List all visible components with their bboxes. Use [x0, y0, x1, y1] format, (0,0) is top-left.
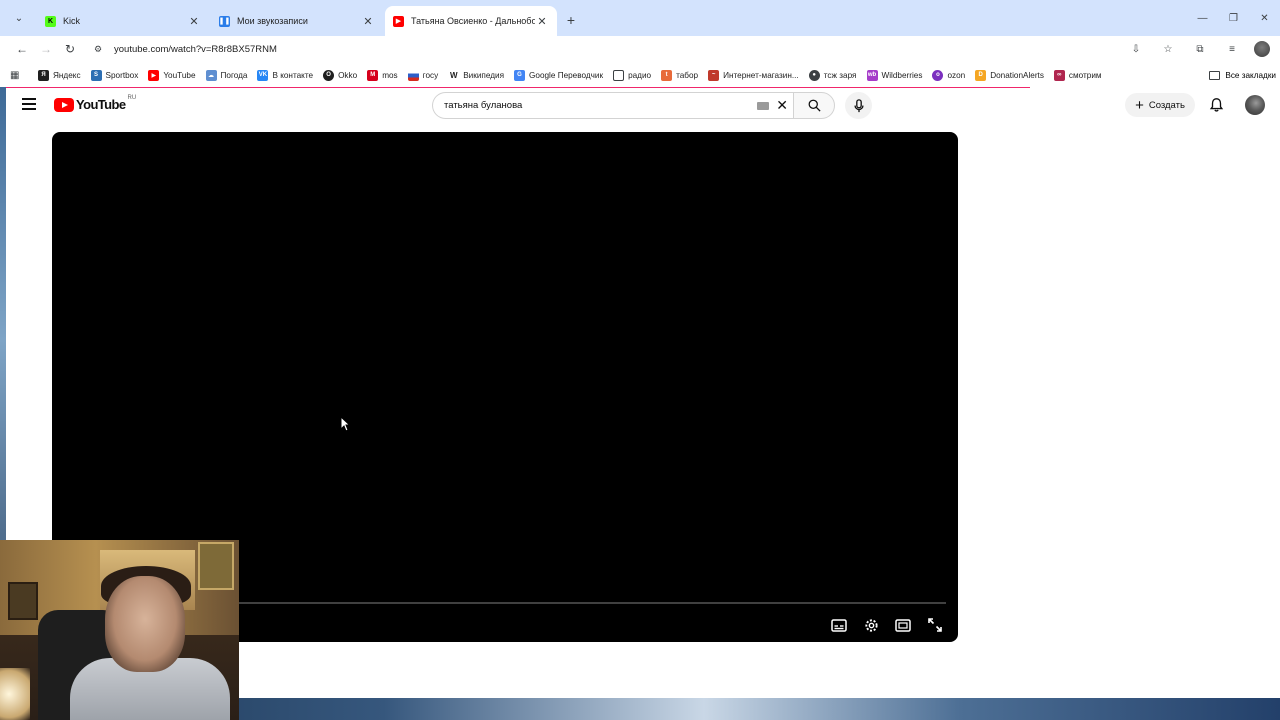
subtitles-icon[interactable] — [830, 616, 848, 634]
webcam-overlay — [0, 540, 239, 720]
wikipedia-icon: W — [448, 69, 460, 81]
close-tab-icon[interactable]: ✕ — [535, 15, 549, 28]
apps-grid-icon[interactable]: ▦ — [10, 70, 26, 81]
plus-icon: + — [1135, 96, 1144, 114]
back-button[interactable]: ← — [10, 37, 34, 61]
notifications-bell-icon[interactable] — [1207, 96, 1225, 114]
audio-favicon-icon: ❚❚ — [219, 15, 230, 27]
tab-youtube-video[interactable]: ▶ Татьяна Овсиенко - Дальнобой ✕ — [385, 6, 557, 36]
kick-favicon-icon: K — [45, 15, 56, 27]
minimize-icon[interactable]: — — [1187, 0, 1218, 36]
create-button[interactable]: + Создать — [1125, 93, 1195, 117]
ozon-icon: o — [932, 69, 944, 81]
tab-strip: ⌄ K Kick ✕ ❚❚ Мои звукозаписи ✕ ▶ Татьян… — [0, 0, 1280, 36]
bookmark-google-translate[interactable]: G Google Переводчик — [514, 69, 603, 81]
tab-kick[interactable]: K Kick ✕ — [37, 6, 209, 36]
tab-title: Татьяна Овсиенко - Дальнобой — [411, 16, 535, 26]
browser-toolbar: ← → ↻ ⚙ youtube.com/watch?v=R8r8BX57RNM … — [0, 36, 1280, 62]
google-translate-icon: G — [514, 69, 526, 81]
youtube-header: YouTube RU татьяна буланова ✕ + Создать — [0, 88, 1280, 124]
bookmark-tabor[interactable]: t табор — [661, 69, 698, 81]
bookmark-radio[interactable]: радио — [613, 69, 651, 81]
fullscreen-icon[interactable] — [926, 616, 944, 634]
bookmark-star-icon[interactable]: ☆ — [1152, 37, 1184, 61]
menu-icon[interactable] — [22, 98, 36, 110]
bookmark-mos[interactable]: Mmos — [367, 69, 398, 81]
shop-icon: ~ — [708, 69, 720, 81]
bookmark-okko[interactable]: O Okko — [323, 69, 357, 81]
bookmark-youtube[interactable]: ▶ YouTube — [148, 69, 196, 81]
youtube-favicon-icon: ▶ — [393, 15, 404, 27]
yandex-icon: Я — [38, 69, 49, 81]
sportbox-icon: S — [90, 69, 102, 81]
tab-search-icon[interactable]: ⌄ — [9, 8, 29, 28]
youtube-icon: ▶ — [148, 69, 160, 81]
folder-icon — [613, 69, 625, 81]
settings-gear-icon[interactable] — [862, 616, 880, 634]
folder-icon — [1209, 70, 1221, 80]
voice-search-button[interactable] — [845, 92, 872, 119]
new-tab-button[interactable]: + — [559, 8, 583, 32]
restore-icon[interactable]: ❐ — [1218, 0, 1249, 36]
theater-mode-icon[interactable] — [894, 616, 912, 634]
bookmark-donationalerts[interactable]: D DonationAlerts — [975, 69, 1044, 81]
address-bar[interactable]: ⚙ youtube.com/watch?v=R8r8BX57RNM — [88, 37, 1112, 61]
okko-icon: O — [323, 69, 335, 81]
bookmark-tszh[interactable]: ● тсж заря — [808, 69, 857, 81]
microphone-icon — [853, 98, 864, 112]
bookmark-shop[interactable]: ~ Интернет-магазин... — [708, 69, 799, 81]
progress-bar[interactable] — [238, 602, 946, 604]
window-controls: — ❐ ✕ — [1187, 0, 1280, 36]
bookmark-gosu[interactable]: госу — [407, 69, 438, 81]
url-text: youtube.com/watch?v=R8r8BX57RNM — [114, 43, 277, 55]
site-info-icon[interactable]: ⚙ — [94, 44, 108, 55]
search-icon — [808, 99, 821, 112]
reload-button[interactable]: ↻ — [58, 37, 82, 61]
bookmark-vk[interactable]: VK В контакте — [257, 69, 313, 81]
close-tab-icon[interactable]: ✕ — [361, 15, 375, 28]
forward-button[interactable]: → — [34, 37, 58, 61]
tab-title: Мои звукозаписи — [237, 16, 308, 26]
mos-icon: M — [367, 69, 379, 81]
bookmarks-bar: ▦ Я Яндекс S Sportbox ▶ YouTube ☁ Погода VK В… — [0, 62, 1280, 88]
tab-title: Kick — [63, 16, 81, 26]
weather-icon: ☁ — [205, 69, 217, 81]
mouse-cursor-icon — [340, 416, 350, 432]
youtube-logo[interactable]: YouTube RU — [54, 95, 136, 112]
bookmark-wildberries[interactable]: wb Wildberries — [866, 69, 922, 81]
wildberries-icon: wb — [866, 69, 878, 81]
bookmark-smotrim[interactable]: ∞ смотрим — [1053, 69, 1102, 81]
search-query: татьяна буланова — [444, 100, 523, 111]
clear-search-icon[interactable]: ✕ — [776, 97, 788, 114]
bookmark-sportbox[interactable]: S Sportbox — [90, 69, 138, 81]
bookmark-ozon[interactable]: o ozon — [932, 69, 965, 81]
search-button[interactable] — [793, 92, 835, 119]
media-controls-icon[interactable]: ≡ — [1216, 37, 1248, 61]
keyboard-icon[interactable] — [757, 102, 769, 110]
all-bookmarks-button[interactable]: Все закладки — [1209, 62, 1280, 88]
gosuslugi-icon — [407, 69, 419, 81]
smotrim-icon: ∞ — [1053, 69, 1065, 81]
youtube-play-icon — [54, 97, 74, 112]
account-avatar[interactable] — [1245, 95, 1265, 115]
tabor-icon: t — [661, 69, 673, 81]
vk-icon: VK — [257, 69, 269, 81]
install-app-icon[interactable]: ⇩ — [1120, 37, 1152, 61]
globe-icon: ● — [808, 69, 820, 81]
bookmark-wikipedia[interactable]: W Википедия — [448, 69, 504, 81]
bookmark-yandex[interactable]: Я Яндекс — [38, 69, 81, 81]
profile-avatar[interactable] — [1254, 41, 1270, 57]
tab-audio[interactable]: ❚❚ Мои звукозаписи ✕ — [211, 6, 383, 36]
donationalerts-icon: D — [975, 69, 987, 81]
close-window-icon[interactable]: ✕ — [1249, 0, 1280, 36]
extensions-icon[interactable]: ⧉ — [1184, 37, 1216, 61]
close-tab-icon[interactable]: ✕ — [187, 15, 201, 28]
search-input[interactable]: татьяна буланова ✕ — [432, 92, 794, 119]
bookmark-weather[interactable]: ☁ Погода — [205, 69, 247, 81]
player-controls — [830, 616, 944, 634]
